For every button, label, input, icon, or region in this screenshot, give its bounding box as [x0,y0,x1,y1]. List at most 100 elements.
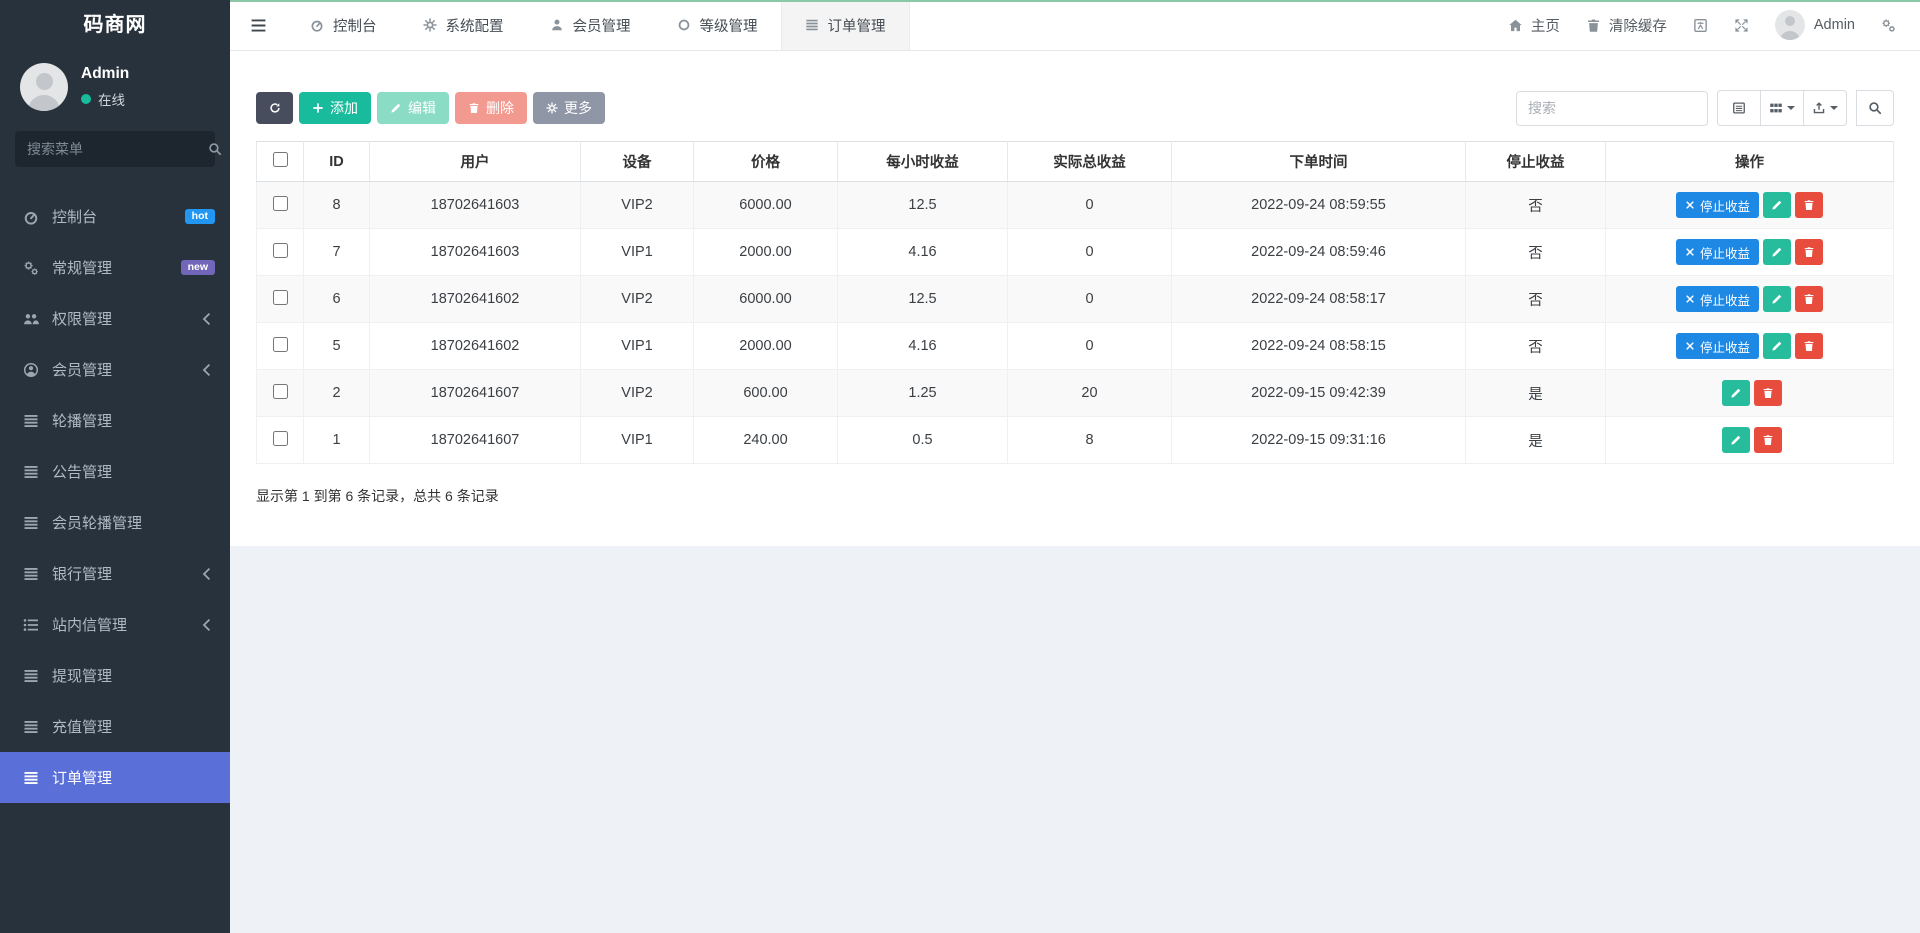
language-button[interactable] [1693,18,1708,33]
table-row: 518702641602VIP12000.004.1602022-09-24 0… [257,323,1894,370]
cell-actions [1606,417,1894,464]
x-icon [1685,247,1695,257]
chevron-left-icon [199,362,215,378]
stop-income-button[interactable]: 停止收益 [1676,333,1759,359]
cell-id: 5 [304,323,370,370]
cell-id: 1 [304,417,370,464]
detail-view-button[interactable] [1717,90,1761,126]
chevron-left-icon [199,617,215,633]
select-all-checkbox[interactable] [273,152,288,167]
toolbar-right [1516,90,1894,126]
row-checkbox[interactable] [273,290,288,305]
delete-button[interactable]: 删除 [455,92,527,124]
search-icon [1868,101,1882,115]
stop-income-button[interactable]: 停止收益 [1676,192,1759,218]
add-button[interactable]: 添加 [299,92,371,124]
row-checkbox[interactable] [273,337,288,352]
sidebar-item-label: 会员管理 [52,359,112,380]
row-edit-button[interactable] [1763,333,1791,359]
sidebar-item-6[interactable]: 会员轮播管理 [0,497,230,548]
sidebar-item-0[interactable]: 控制台hot [0,191,230,242]
stop-income-button[interactable]: 停止收益 [1676,286,1759,312]
fullscreen-button[interactable] [1734,18,1749,33]
cell-stopped: 否 [1466,182,1606,229]
table-search-input[interactable] [1516,91,1708,126]
row-checkbox[interactable] [273,384,288,399]
edit-label: 编辑 [408,98,436,118]
more-button[interactable]: 更多 [533,92,605,124]
pencil-icon [390,102,402,114]
sidebar-item-1[interactable]: 常规管理new [0,242,230,293]
home-link[interactable]: 主页 [1508,15,1560,36]
edit-button[interactable]: 编辑 [377,92,449,124]
cell-hourly-income: 1.25 [838,370,1008,417]
search-icon [208,142,222,156]
row-delete-button[interactable] [1754,427,1782,453]
row-edit-button[interactable] [1722,380,1750,406]
tab-2[interactable]: 会员管理 [527,0,654,50]
sidebar-item-9[interactable]: 提现管理 [0,650,230,701]
sidebar-item-11[interactable]: 订单管理 [0,752,230,803]
users-icon [23,311,39,327]
content-area: 添加 编辑 删除 更多 [230,51,1920,931]
search-button[interactable] [1856,90,1894,126]
trash-icon [468,102,480,114]
tab-4[interactable]: 订单管理 [781,0,910,50]
tab-1[interactable]: 系统配置 [400,0,527,50]
list-ul-icon [23,617,39,633]
sidebar-item-7[interactable]: 银行管理 [0,548,230,599]
export-button[interactable] [1803,90,1847,126]
more-label: 更多 [564,98,592,118]
plus-icon [312,102,324,114]
row-delete-button[interactable] [1795,333,1823,359]
user-icon [550,18,564,32]
tab-0[interactable]: 控制台 [287,0,400,50]
row-checkbox[interactable] [273,196,288,211]
sidebar-item-2[interactable]: 权限管理 [0,293,230,344]
row-edit-button[interactable] [1763,286,1791,312]
sidebar-item-label: 公告管理 [52,461,112,482]
row-edit-button[interactable] [1763,239,1791,265]
row-delete-button[interactable] [1754,380,1782,406]
row-checkbox[interactable] [273,243,288,258]
cell-hourly-income: 0.5 [838,417,1008,464]
column-header: 设备 [581,142,694,182]
refresh-button[interactable] [256,92,293,124]
cell-stopped: 是 [1466,417,1606,464]
settings-gears-button[interactable] [1881,18,1896,33]
online-dot-icon [81,94,91,104]
tab-3[interactable]: 等级管理 [654,0,781,50]
row-checkbox[interactable] [273,431,288,446]
trash-icon [1803,199,1815,211]
stop-income-button[interactable]: 停止收益 [1676,239,1759,265]
sidebar-item-8[interactable]: 站内信管理 [0,599,230,650]
user-menu[interactable]: Admin [1775,10,1855,40]
sidebar-item-label: 控制台 [52,206,97,227]
sidebar-item-10[interactable]: 充值管理 [0,701,230,752]
trash-icon [1803,246,1815,258]
sidebar-item-label: 轮播管理 [52,410,112,431]
row-delete-button[interactable] [1795,239,1823,265]
brand-title: 码商网 [0,0,230,51]
sidebar-item-4[interactable]: 轮播管理 [0,395,230,446]
sidebar-item-label: 银行管理 [52,563,112,584]
x-icon [1685,341,1695,351]
clear-cache-link[interactable]: 清除缓存 [1586,15,1667,36]
cell-hourly-income: 4.16 [838,323,1008,370]
hamburger-button[interactable] [230,0,287,50]
row-delete-button[interactable] [1795,192,1823,218]
row-edit-button[interactable] [1763,192,1791,218]
row-delete-button[interactable] [1795,286,1823,312]
row-edit-button[interactable] [1722,427,1750,453]
sidebar-search-input[interactable] [27,141,208,157]
cell-user: 18702641602 [370,323,581,370]
sidebar-item-3[interactable]: 会员管理 [0,344,230,395]
column-header: 实际总收益 [1008,142,1172,182]
stop-income-label: 停止收益 [1700,196,1750,215]
columns-button[interactable] [1760,90,1804,126]
sidebar-item-5[interactable]: 公告管理 [0,446,230,497]
row-checkbox-cell [257,276,304,323]
cell-actual-total: 8 [1008,417,1172,464]
columns-icon [1769,101,1783,115]
cell-user: 18702641607 [370,370,581,417]
